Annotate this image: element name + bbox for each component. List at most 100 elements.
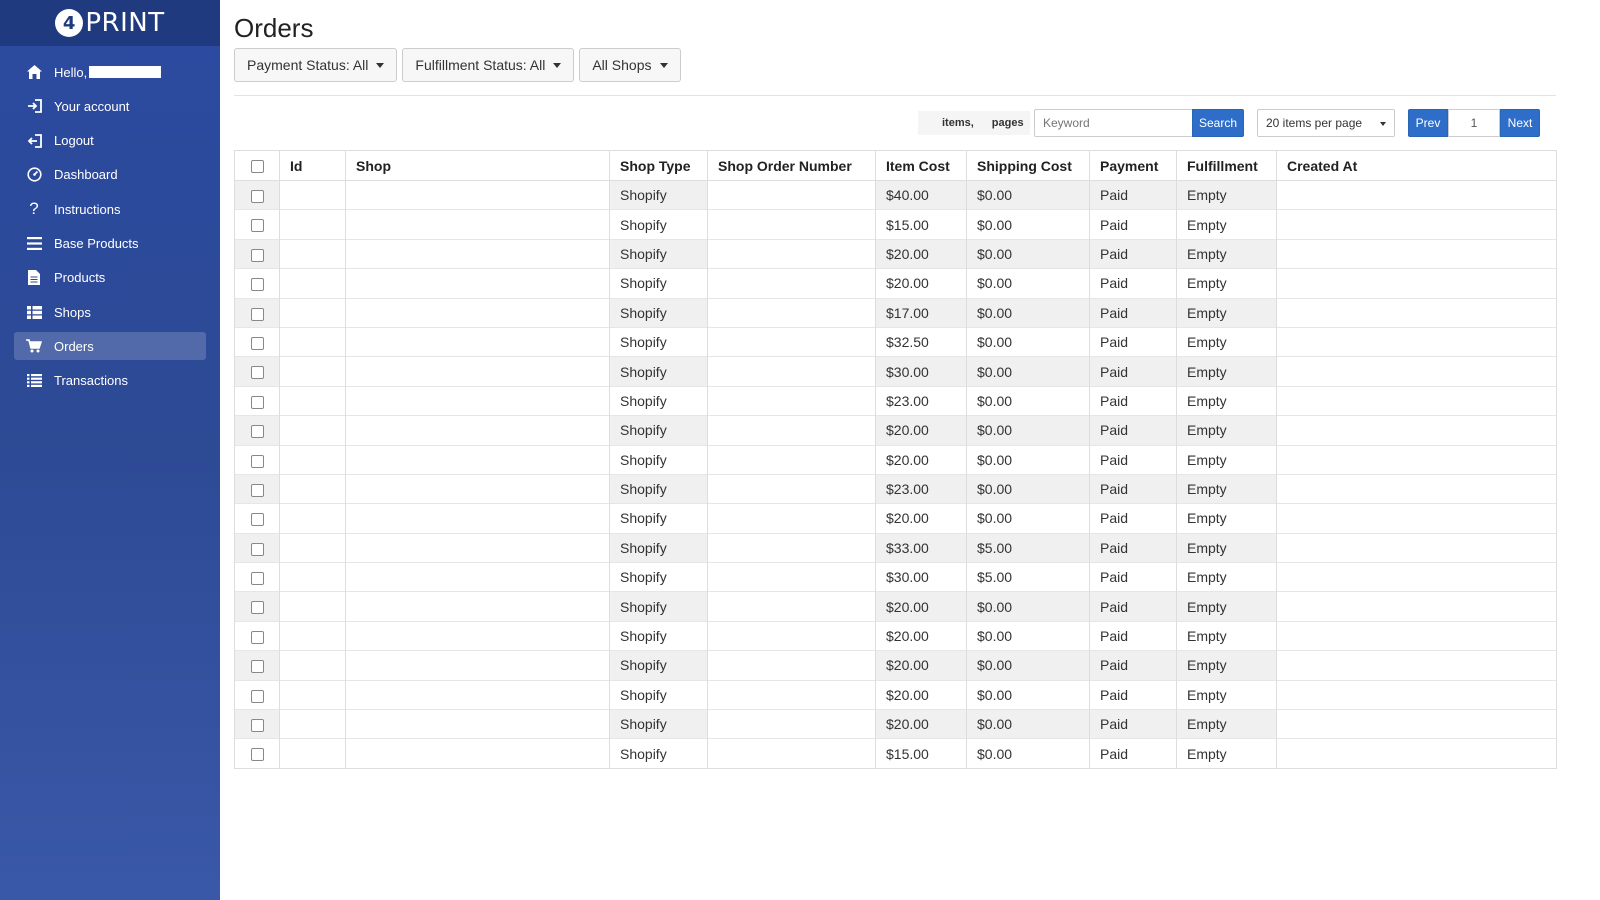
row-checkbox[interactable]	[250, 748, 264, 762]
row-checkbox[interactable]	[250, 278, 264, 292]
row-checkbox[interactable]	[250, 660, 264, 674]
table-row[interactable]: Shopify $20.00 $0.00 Paid Empty	[234, 621, 1557, 651]
search-input[interactable]	[1034, 109, 1192, 137]
row-checkbox[interactable]	[250, 689, 264, 703]
table-row[interactable]: Shopify $32.50 $0.00 Paid Empty	[234, 327, 1557, 357]
fulfillment-cell: Empty	[1176, 445, 1277, 475]
column-header-item-cost[interactable]: Item Cost	[875, 150, 967, 181]
column-header-id[interactable]: Id	[279, 150, 346, 181]
prev-page-button[interactable]: Prev	[1408, 109, 1448, 137]
sidebar-item-transactions[interactable]: Transactions	[14, 367, 206, 395]
table-row[interactable]: Shopify $20.00 $0.00 Paid Empty	[234, 239, 1557, 269]
table-row[interactable]: Shopify $23.00 $0.00 Paid Empty	[234, 474, 1557, 504]
row-checkbox[interactable]	[250, 189, 264, 203]
item-cost-cell: $20.00	[875, 709, 967, 739]
sidebar-item-orders[interactable]: Orders	[14, 332, 206, 361]
item-cost-cell: $20.00	[875, 621, 967, 651]
row-checkbox[interactable]	[250, 483, 264, 497]
sidebar-item-base-products[interactable]: Base Products	[14, 229, 206, 257]
row-checkbox[interactable]	[250, 395, 264, 409]
table-row[interactable]: Shopify $20.00 $0.00 Paid Empty	[234, 709, 1557, 739]
fulfillment-cell: Empty	[1176, 738, 1277, 769]
sidebar-item-hello[interactable]: Hello,	[14, 58, 206, 86]
row-select-cell	[234, 327, 280, 357]
caret-down-icon	[659, 62, 668, 68]
shipping-cost-cell: $0.00	[966, 738, 1090, 769]
table-row[interactable]: Shopify $20.00 $0.00 Paid Empty	[234, 650, 1557, 681]
shop-cell	[345, 239, 610, 269]
fulfillment-status-dropdown[interactable]: Fulfillment Status: All	[402, 48, 575, 82]
shop-type-cell: Shopify	[609, 386, 708, 416]
row-checkbox[interactable]	[250, 454, 264, 468]
column-header-fulfillment[interactable]: Fulfillment	[1176, 150, 1277, 181]
column-header-shop-order-number[interactable]: Shop Order Number	[707, 150, 876, 181]
row-checkbox[interactable]	[250, 542, 264, 556]
id-cell	[279, 268, 346, 299]
sidebar-item-your-account[interactable]: Your account	[14, 92, 206, 120]
id-cell	[279, 474, 346, 504]
row-checkbox[interactable]	[250, 719, 264, 733]
sidebar-item-dashboard[interactable]: Dashboard	[14, 161, 206, 189]
table-row[interactable]: Shopify $20.00 $0.00 Paid Empty	[234, 591, 1557, 622]
column-header-payment[interactable]: Payment	[1089, 150, 1177, 181]
sidebar-item-instructions[interactable]: ? Instructions	[14, 195, 206, 223]
table-row[interactable]: Shopify $30.00 $0.00 Paid Empty	[234, 356, 1557, 387]
row-checkbox[interactable]	[250, 307, 264, 321]
shop-type-cell: Shopify	[609, 738, 708, 769]
shop-order-number-cell	[707, 298, 876, 328]
table-row[interactable]: Shopify $20.00 $0.00 Paid Empty	[234, 680, 1557, 710]
sidebar-item-label: Logout	[54, 133, 94, 149]
pages-count-label: pages	[991, 117, 1024, 129]
row-checkbox[interactable]	[250, 630, 264, 644]
shipping-cost-cell: $0.00	[966, 415, 1090, 446]
row-checkbox[interactable]	[250, 219, 264, 233]
orders-table: Id Shop Shop Type Shop Order Number Item…	[234, 150, 1557, 769]
row-checkbox[interactable]	[250, 572, 264, 586]
table-row[interactable]: Shopify $20.00 $0.00 Paid Empty	[234, 503, 1557, 534]
page-number-input[interactable]	[1448, 109, 1500, 137]
shops-dropdown[interactable]: All Shops	[579, 48, 681, 82]
row-checkbox[interactable]	[250, 336, 264, 350]
shop-type-cell: Shopify	[609, 209, 708, 240]
fulfillment-cell: Empty	[1176, 621, 1277, 651]
shop-type-cell: Shopify	[609, 562, 708, 592]
table-row[interactable]: Shopify $20.00 $0.00 Paid Empty	[234, 445, 1557, 475]
table-row[interactable]: Shopify $40.00 $0.00 Paid Empty	[234, 180, 1557, 210]
row-checkbox[interactable]	[250, 425, 264, 439]
row-checkbox[interactable]	[250, 248, 264, 262]
row-checkbox[interactable]	[250, 366, 264, 380]
table-row[interactable]: Shopify $15.00 $0.00 Paid Empty	[234, 738, 1557, 769]
sidebar-nav: Hello, Your account Logout Dashboard ? I…	[0, 46, 220, 395]
question-icon: ?	[29, 199, 39, 219]
table-row[interactable]: Shopify $33.00 $5.00 Paid Empty	[234, 533, 1557, 563]
id-cell	[279, 709, 346, 739]
column-header-shop[interactable]: Shop	[345, 150, 610, 181]
sidebar-item-shops[interactable]: Shops	[14, 298, 206, 326]
row-checkbox[interactable]	[250, 601, 264, 615]
column-header-created-at[interactable]: Created At	[1276, 150, 1557, 181]
column-header-shop-type[interactable]: Shop Type	[609, 150, 708, 181]
sidebar-item-logout[interactable]: Logout	[14, 127, 206, 155]
next-page-button[interactable]: Next	[1500, 109, 1540, 137]
column-header-shipping-cost[interactable]: Shipping Cost	[966, 150, 1090, 181]
payment-status-dropdown[interactable]: Payment Status: All	[234, 48, 398, 82]
table-row[interactable]: Shopify $17.00 $0.00 Paid Empty	[234, 298, 1557, 328]
select-all-checkbox[interactable]	[250, 160, 264, 174]
shop-order-number-cell	[707, 445, 876, 475]
id-cell	[279, 591, 346, 622]
table-row[interactable]: Shopify $20.00 $0.00 Paid Empty	[234, 415, 1557, 446]
logo[interactable]: 4 PRINT	[55, 8, 164, 38]
table-row[interactable]: Shopify $15.00 $0.00 Paid Empty	[234, 209, 1557, 240]
sidebar-item-label: Instructions	[54, 201, 121, 217]
sidebar-item-products[interactable]: Products	[14, 264, 206, 292]
search-button[interactable]: Search	[1192, 109, 1244, 137]
table-row[interactable]: Shopify $20.00 $0.00 Paid Empty	[234, 268, 1557, 299]
table-row[interactable]: Shopify $30.00 $5.00 Paid Empty	[234, 562, 1557, 592]
table-row[interactable]: Shopify $23.00 $0.00 Paid Empty	[234, 386, 1557, 416]
sidebar: 4 PRINT Hello, Your account Logout Dashb…	[0, 0, 220, 900]
payment-cell: Paid	[1089, 356, 1177, 387]
item-cost-cell: $20.00	[875, 415, 967, 446]
items-per-page-select[interactable]: 20 items per page	[1257, 109, 1395, 137]
row-checkbox[interactable]	[250, 513, 264, 527]
shop-type-cell: Shopify	[609, 621, 708, 651]
